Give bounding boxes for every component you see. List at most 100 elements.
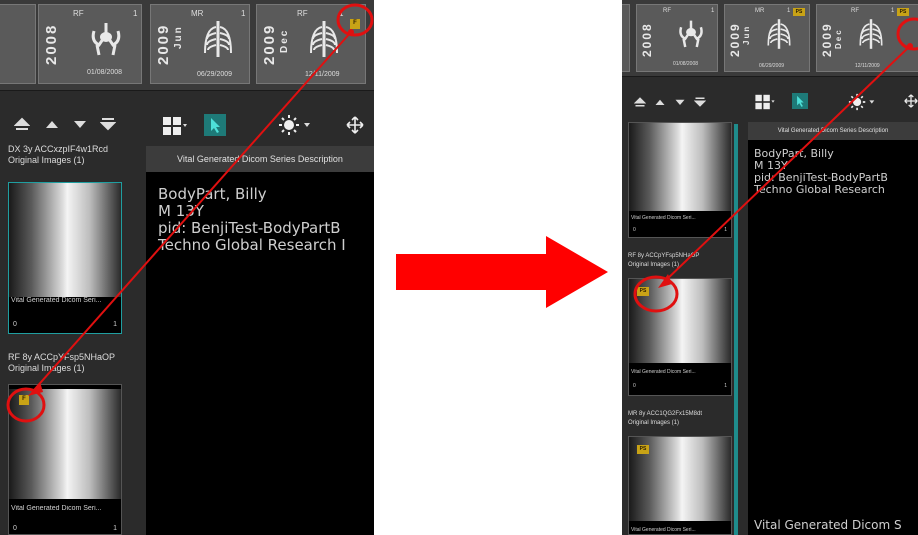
study-card[interactable]: 2008 RF 1 01/08/2008 (38, 4, 142, 84)
thumbnail-count: 1 (113, 321, 117, 328)
study-date: 12/11/2009 (855, 63, 880, 69)
brightness-icon[interactable] (278, 114, 312, 136)
forward-arrow-icon (396, 236, 608, 308)
study-count: 1 (339, 9, 344, 18)
series-subtitle: Original Images (1) (628, 420, 680, 426)
study-month: Jun (742, 24, 751, 45)
patient-info-overlay: BodyPart, Billy M 13Y pid: BenjiTest-Bod… (158, 186, 346, 254)
study-count: 1 (241, 9, 246, 18)
brightness-icon[interactable] (848, 93, 876, 111)
pan-icon[interactable] (346, 116, 364, 134)
study-year: 2009 (261, 23, 278, 65)
series-title: RF 8y ACCpYFsp5NHaOP (8, 352, 116, 362)
viewer-toolbar (752, 92, 918, 114)
layout-grid-icon[interactable] (754, 94, 776, 110)
scroll-up-icon[interactable] (44, 116, 60, 132)
study-card[interactable]: 2009 Dec RF 1 F 12/11/2009 (256, 4, 366, 84)
series-header: MR 8y ACC1QG2Fx15M8dt Original Images (1… (628, 410, 702, 428)
scroll-down-icon[interactable] (674, 96, 686, 108)
study-modality: RF (297, 9, 308, 18)
series-toolbar (622, 94, 742, 114)
patient-name: BodyPart, Billy (158, 185, 267, 203)
study-card[interactable]: 2009 Jun MR 1 PS 06/29/2009 (724, 4, 810, 72)
study-date: 06/29/2009 (197, 71, 233, 78)
series-flag-badge: PS (637, 445, 649, 454)
study-date: 06/29/2009 (759, 63, 785, 69)
study-count: 1 (787, 8, 791, 14)
study-date: 01/08/2008 (87, 69, 123, 76)
image-viewer[interactable]: Vital Generated Dicom Series Description… (146, 146, 374, 535)
pointer-tool-button[interactable] (204, 114, 226, 136)
series-title: RF 8y ACCpYFsp5NHaOP (628, 253, 700, 259)
study-flag-badge: PS (793, 8, 805, 16)
study-modality: RF (73, 9, 84, 18)
study-modality: MR (755, 8, 765, 14)
chest-xray-icon (767, 19, 791, 49)
series-title: DX 3y ACCxzpIF4w1Rcd (8, 144, 109, 154)
expand-all-icon[interactable] (100, 116, 116, 132)
study-flag-badge: F (350, 19, 360, 29)
series-subtitle: Original Images (1) (8, 363, 85, 373)
thumbnail-caption: Vital Generated Dicom Seri... (631, 369, 696, 375)
institution-name: Techno Global Research (754, 183, 885, 196)
series-title: MR 8y ACC1QG2Fx15M8dt (628, 411, 703, 417)
study-month: Jun (173, 25, 184, 49)
pelvis-xray-icon (679, 20, 703, 48)
series-thumbnail[interactable]: Vital Generated Dicom Seri... 0 1 (628, 122, 732, 238)
collapse-all-icon[interactable] (634, 96, 646, 108)
series-thumbnail[interactable]: F Vital Generated Dicom Seri... 0 1 (8, 384, 122, 535)
thumbnail-caption: Vital Generated Dicom Seri... (631, 215, 696, 221)
scroll-up-icon[interactable] (654, 96, 666, 108)
study-card[interactable]: 2009 Jun MR 1 06/29/2009 (150, 4, 250, 84)
series-header: RF 8y ACCpYFsp5NHaOP Original Images (1) (628, 252, 699, 270)
patient-info-overlay: BodyPart, Billy M 13Y pid: BenjiTest-Bod… (754, 148, 888, 196)
study-month: Dec (279, 28, 290, 53)
pointer-tool-button[interactable] (792, 93, 808, 109)
study-modality: RF (663, 8, 671, 14)
study-card[interactable] (622, 4, 630, 72)
series-thumbnail[interactable]: PS Vital Generated Dicom Seri... (628, 436, 732, 535)
study-card[interactable] (0, 4, 36, 84)
study-card[interactable]: 2009 Dec RF 1 PS 12/11/2009 (816, 4, 918, 72)
pointer-icon (211, 118, 220, 133)
thumbnail-index: 0 (13, 321, 17, 328)
pointer-icon (797, 95, 804, 107)
collapse-all-icon[interactable] (14, 116, 30, 132)
series-thumbnail[interactable]: PS Vital Generated Dicom Seri... 0 1 (628, 278, 732, 396)
chest-xray-icon (859, 19, 883, 49)
left-screenshot: 2008 RF 1 01/08/2008 2009 Jun MR 1 06/29… (0, 0, 374, 535)
image-viewer[interactable]: Vital Generated Dicom Series Description… (748, 122, 918, 535)
study-year: 2009 (820, 22, 834, 57)
series-flag-badge: F (19, 395, 29, 405)
chest-xray-icon (204, 21, 232, 57)
study-strip: 2008 RF 1 01/08/2008 2009 Jun MR 1 06/29… (0, 0, 374, 91)
series-header: DX 3y ACCxzpIF4w1Rcd Original Images (1) (8, 144, 108, 166)
chest-xray-icon (310, 21, 338, 57)
thumbnail-caption: Vital Generated Dicom Seri... (11, 297, 102, 304)
study-count: 1 (891, 8, 895, 14)
study-count: 1 (133, 9, 138, 18)
series-thumbnail[interactable]: Vital Generated Dicom Seri... 0 1 (8, 182, 122, 334)
study-year: 2009 (155, 23, 172, 65)
patient-id: pid: BenjiTest-BodyPartB (158, 219, 341, 237)
study-flag-badge: PS (897, 8, 909, 16)
series-scrollbar[interactable] (734, 124, 738, 535)
thumbnail-index: 0 (633, 227, 636, 233)
study-month: Dec (834, 28, 843, 49)
thumbnail-index: 0 (13, 525, 17, 532)
thumbnail-caption: Vital Generated Dicom Seri... (631, 527, 696, 533)
scroll-down-icon[interactable] (72, 116, 88, 132)
layout-grid-icon[interactable] (162, 116, 188, 136)
study-date: 12/11/2009 (305, 71, 340, 78)
study-card[interactable]: 2008 RF 1 01/08/2008 (636, 4, 718, 72)
study-date: 01/08/2008 (673, 61, 699, 67)
thumbnail-count: 1 (724, 383, 727, 389)
study-modality: MR (191, 9, 204, 18)
study-year: 2008 (640, 22, 654, 57)
thumbnail-index: 0 (633, 383, 636, 389)
pan-icon[interactable] (904, 94, 918, 108)
thumbnail-caption: Vital Generated Dicom Seri... (11, 505, 102, 512)
study-year: 2009 (728, 22, 742, 57)
study-count: 1 (711, 8, 715, 14)
expand-all-icon[interactable] (694, 96, 706, 108)
